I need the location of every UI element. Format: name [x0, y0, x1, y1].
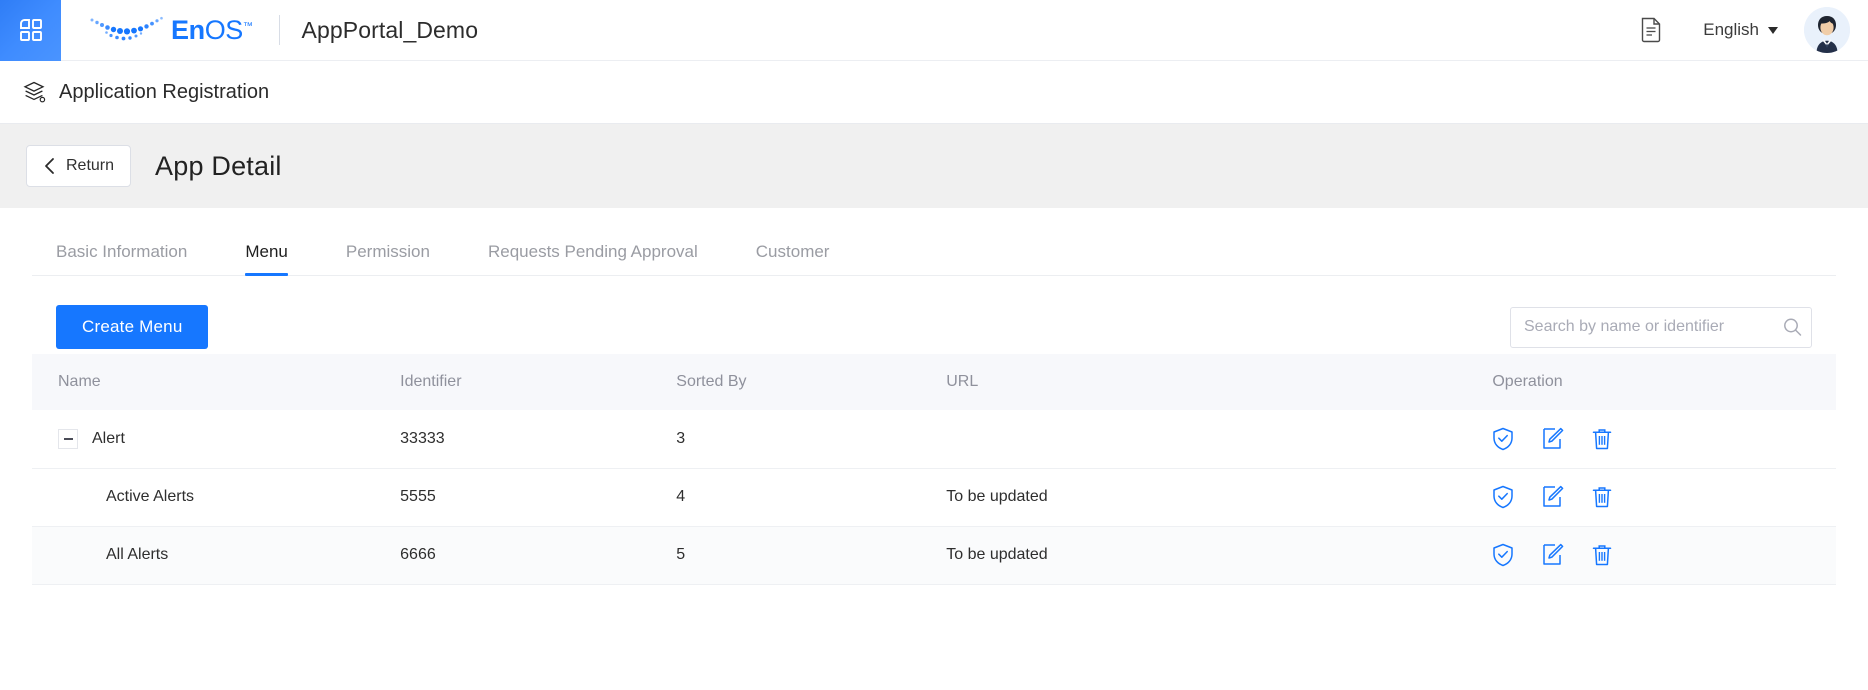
- user-avatar-icon: [1804, 7, 1850, 53]
- search-input[interactable]: [1510, 307, 1812, 348]
- cell-identifier: 5555: [400, 468, 676, 526]
- table-header-row: Name Identifier Sorted By URL Operation: [32, 354, 1836, 410]
- table-row[interactable]: Alert 33333 3: [32, 410, 1836, 468]
- enos-swoosh-icon: [85, 13, 167, 47]
- cell-url: [946, 410, 1492, 468]
- page-title: App Detail: [155, 151, 282, 182]
- cell-operation: [1492, 410, 1836, 468]
- delete-icon[interactable]: [1592, 427, 1612, 451]
- top-bar-actions: English: [1629, 7, 1868, 53]
- delete-icon[interactable]: [1592, 485, 1612, 509]
- row-name-label: All Alerts: [106, 546, 168, 564]
- table-body: Alert 33333 3: [32, 410, 1836, 584]
- cell-operation: [1492, 468, 1836, 526]
- cell-operation: [1492, 526, 1836, 584]
- table-row[interactable]: Active Alerts 5555 4 To be updated: [32, 468, 1836, 526]
- grid-apps-icon: [18, 17, 44, 43]
- row-name-label: Alert: [92, 430, 125, 448]
- cell-identifier: 33333: [400, 410, 676, 468]
- language-selector[interactable]: English: [1703, 20, 1778, 40]
- permission-shield-icon[interactable]: [1492, 543, 1514, 567]
- content-card: Basic Information Menu Permission Reques…: [32, 208, 1836, 690]
- search-icon[interactable]: [1783, 318, 1802, 337]
- table-row[interactable]: All Alerts 6666 5 To be updated: [32, 526, 1836, 584]
- brand-divider: [279, 15, 280, 45]
- cell-name: Active Alerts: [32, 468, 400, 526]
- chevron-left-icon: [43, 157, 56, 175]
- page-header: Return App Detail: [0, 124, 1868, 208]
- edit-icon[interactable]: [1542, 427, 1564, 451]
- documentation-button[interactable]: [1629, 8, 1673, 52]
- delete-icon[interactable]: [1592, 543, 1612, 567]
- tab-bar: Basic Information Menu Permission Reques…: [32, 216, 1836, 276]
- chevron-down-icon: [1768, 27, 1778, 34]
- permission-shield-icon[interactable]: [1492, 427, 1514, 451]
- cell-identifier: 6666: [400, 526, 676, 584]
- column-header-identifier: Identifier: [400, 354, 676, 410]
- enos-en: En: [171, 15, 205, 45]
- column-header-name: Name: [32, 354, 400, 410]
- column-header-url: URL: [946, 354, 1492, 410]
- create-menu-button[interactable]: Create Menu: [56, 305, 208, 349]
- tab-customer[interactable]: Customer: [756, 243, 830, 275]
- cell-name: Alert: [32, 410, 400, 468]
- row-name-label: Active Alerts: [106, 488, 194, 506]
- column-header-sorted-by: Sorted By: [676, 354, 946, 410]
- cell-sorted-by: 3: [676, 410, 946, 468]
- breadcrumb-label: Application Registration: [59, 81, 269, 104]
- cell-url: To be updated: [946, 468, 1492, 526]
- cell-url: To be updated: [946, 526, 1492, 584]
- permission-shield-icon[interactable]: [1492, 485, 1514, 509]
- apps-launcher-button[interactable]: [0, 0, 61, 61]
- edit-icon[interactable]: [1542, 543, 1564, 567]
- cell-sorted-by: 4: [676, 468, 946, 526]
- layers-icon: [22, 80, 47, 105]
- enos-wordmark: EnOS™: [171, 15, 253, 46]
- breadcrumb: Application Registration: [0, 61, 1868, 124]
- search-box: [1510, 307, 1812, 348]
- tab-permission[interactable]: Permission: [346, 243, 430, 275]
- tab-menu[interactable]: Menu: [245, 243, 288, 275]
- column-header-operation: Operation: [1492, 354, 1836, 410]
- enos-logo: EnOS™: [85, 13, 253, 47]
- menu-table: Name Identifier Sorted By URL Operation …: [32, 354, 1836, 585]
- tab-basic-information[interactable]: Basic Information: [56, 243, 187, 275]
- document-icon: [1638, 16, 1664, 44]
- table-toolbar: Create Menu: [32, 276, 1836, 354]
- avatar[interactable]: [1804, 7, 1850, 53]
- minus-icon: [64, 438, 73, 440]
- enos-os: OS: [205, 15, 243, 45]
- enos-trademark: ™: [243, 21, 253, 32]
- tab-requests-pending-approval[interactable]: Requests Pending Approval: [488, 243, 698, 275]
- return-label: Return: [66, 157, 114, 175]
- language-label: English: [1703, 20, 1759, 40]
- edit-icon[interactable]: [1542, 485, 1564, 509]
- expand-toggle[interactable]: [58, 429, 78, 449]
- cell-sorted-by: 5: [676, 526, 946, 584]
- cell-name: All Alerts: [32, 526, 400, 584]
- table-header: Name Identifier Sorted By URL Operation: [32, 354, 1836, 410]
- return-button[interactable]: Return: [26, 145, 131, 187]
- app-name-title: AppPortal_Demo: [302, 17, 479, 44]
- brand-area: EnOS™ AppPortal_Demo: [85, 0, 478, 60]
- top-bar: EnOS™ AppPortal_Demo English: [0, 0, 1868, 61]
